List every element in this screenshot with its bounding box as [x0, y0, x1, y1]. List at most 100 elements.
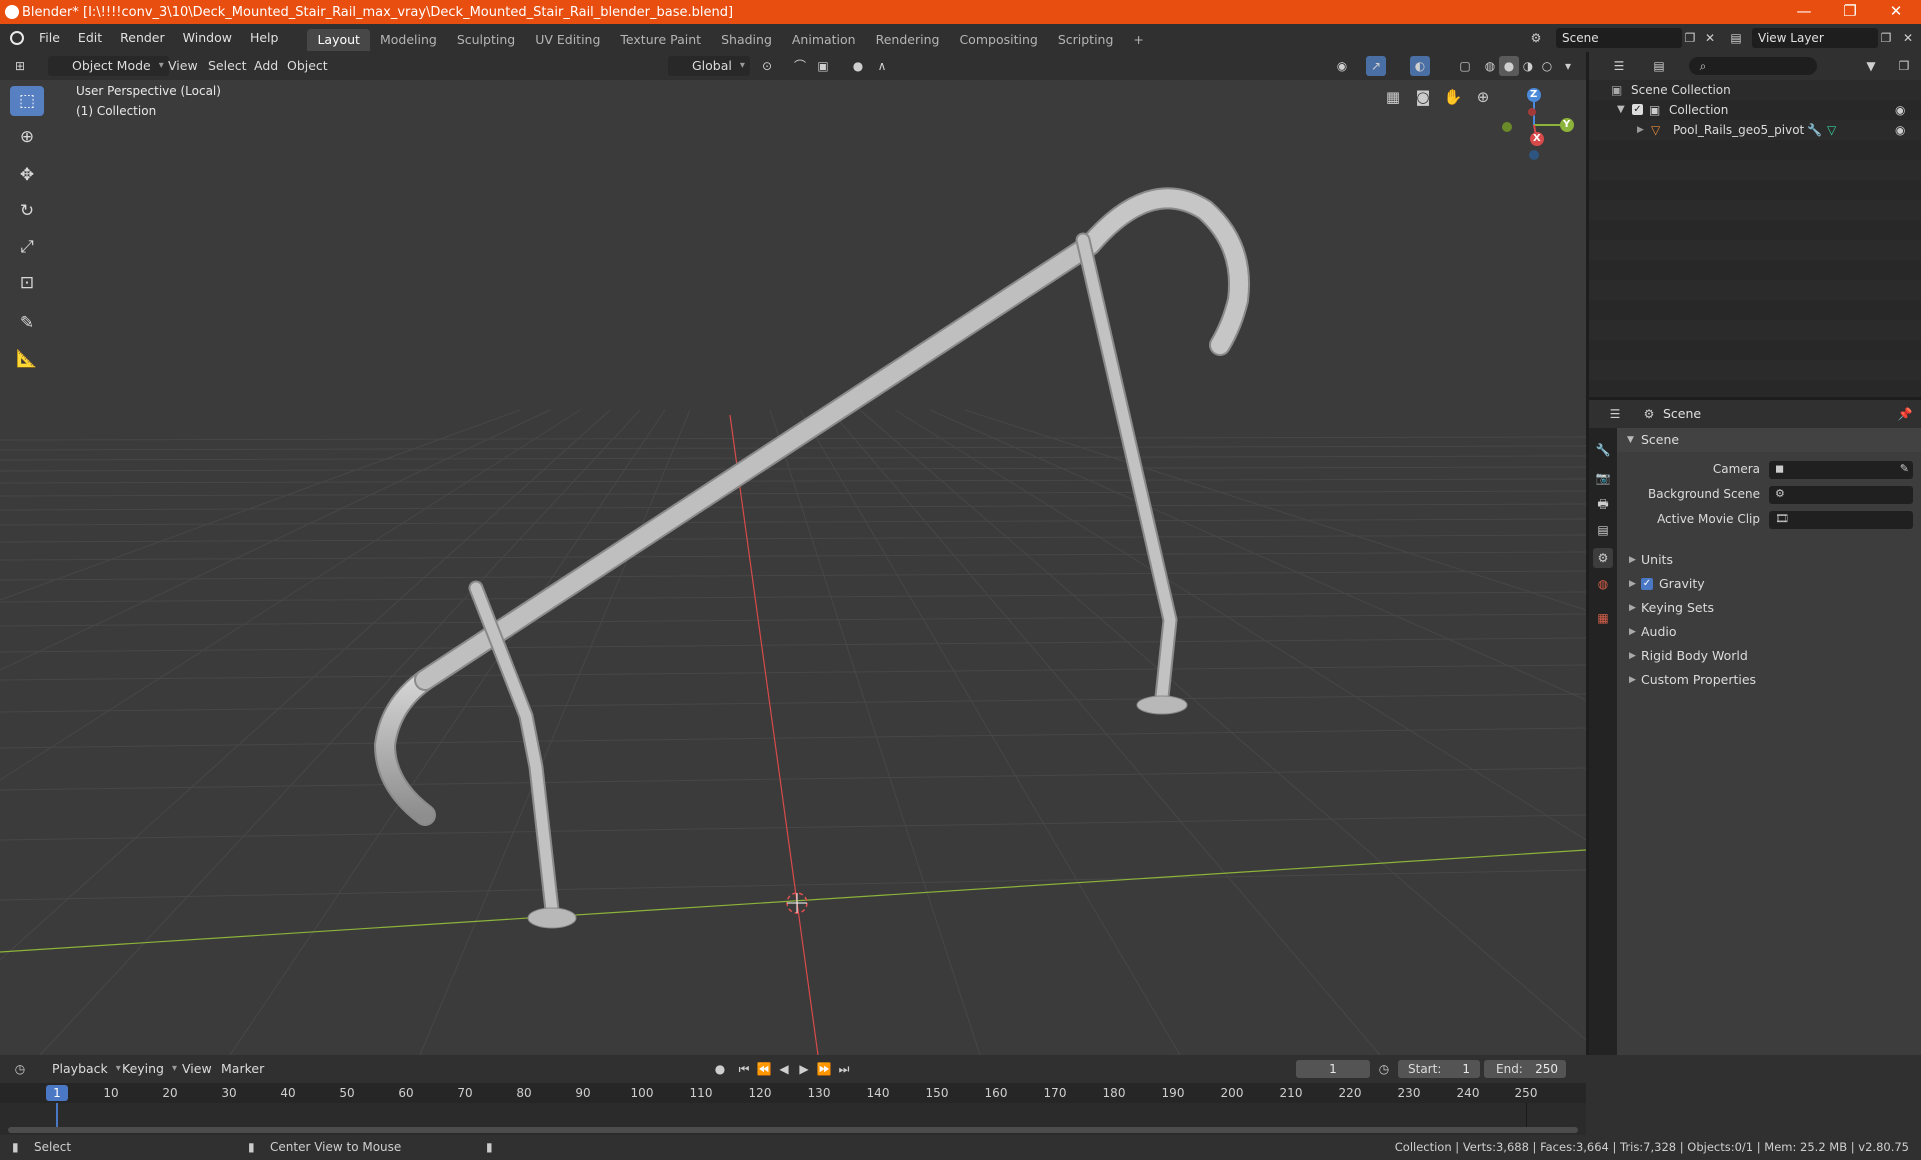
tab-compositing[interactable]: Compositing [949, 29, 1047, 51]
outliner-row-collection[interactable]: ▼ ✓ ▣ Collection ◉ [1589, 100, 1921, 120]
snap-icon[interactable]: ⌒ [790, 56, 810, 76]
scene-panel-header[interactable]: ▼ Scene [1617, 428, 1921, 452]
view-layer-field[interactable]: View Layer [1752, 28, 1878, 48]
mode-dropdown[interactable]: Object Mode [48, 56, 169, 76]
jump-end-icon[interactable]: ⏭ [834, 1059, 854, 1079]
select-box-tool-icon[interactable]: ⬚ [10, 86, 44, 116]
timeline-editor-icon[interactable]: ◷ [10, 1059, 30, 1079]
tab-animation[interactable]: Animation [782, 29, 866, 51]
transform-tool-icon[interactable]: ⊡ [10, 268, 44, 298]
rail-base-left[interactable] [527, 907, 577, 929]
menu-help[interactable]: Help [241, 24, 288, 52]
tab-modeling[interactable]: Modeling [370, 29, 447, 51]
rail-base-right[interactable] [1136, 695, 1188, 715]
pan-hand-icon[interactable]: ✋ [1442, 88, 1464, 110]
minimize-button[interactable]: — [1781, 0, 1827, 24]
shading-options-icon[interactable]: ▾ [1558, 56, 1578, 76]
outliner-row-object[interactable]: ▶ ▽ Pool_Rails_geo5_pivot 🔧 ▽ ◉ [1589, 120, 1921, 140]
blender-menu-icon[interactable] [10, 31, 24, 45]
clock-icon[interactable]: ◷ [1374, 1059, 1394, 1079]
world-tab-icon[interactable]: ◍ [1593, 574, 1613, 594]
playback-menu[interactable]: Playback [46, 1059, 126, 1079]
wireframe-shading-icon[interactable]: ◍ [1480, 56, 1500, 76]
solid-shading-icon[interactable]: ● [1499, 56, 1519, 76]
eyedropper-icon[interactable]: ✎ [1900, 462, 1909, 475]
active-movie-clip-field[interactable]: 🎞 [1769, 511, 1913, 529]
menu-object[interactable]: Object [287, 56, 328, 76]
xray-icon[interactable]: ▢ [1455, 56, 1475, 76]
start-frame-field[interactable]: Start: 1 [1398, 1060, 1480, 1078]
falloff-icon[interactable]: ∧ [872, 56, 892, 76]
tab-sculpting[interactable]: Sculpting [447, 29, 525, 51]
move-tool-icon[interactable]: ✥ [10, 160, 44, 190]
close-window-button[interactable]: ✕ [1873, 0, 1919, 24]
expand-collection-icon[interactable]: ▼ [1617, 100, 1625, 120]
scene-name-field[interactable]: Scene [1556, 28, 1682, 48]
rotate-tool-icon[interactable]: ↻ [10, 196, 44, 226]
end-frame-field[interactable]: End: 250 [1484, 1060, 1566, 1078]
cursor-tool-icon[interactable]: ⊕ [10, 122, 44, 152]
properties-editor-icon[interactable]: ☰ [1605, 404, 1625, 424]
3d-viewport[interactable]: User Perspective (Local) (1) Collection … [0, 80, 1586, 1055]
tab-uv-editing[interactable]: UV Editing [525, 29, 610, 51]
transform-orientation-dropdown[interactable]: Global [668, 56, 750, 76]
pivot-point-icon[interactable]: ⊙ [757, 56, 777, 76]
current-frame-field[interactable]: 1 [1296, 1060, 1370, 1078]
texture-tab-icon[interactable]: ▦ [1593, 608, 1613, 628]
outliner-editor-icon[interactable]: ☰ [1609, 56, 1629, 76]
visibility-icon[interactable]: ◉ [1332, 56, 1352, 76]
output-tab-icon[interactable]: 🖶 [1593, 494, 1613, 514]
scene-icon[interactable]: ⚙ [1526, 28, 1546, 48]
next-keyframe-icon[interactable]: ⏩ [814, 1059, 834, 1079]
background-scene-field[interactable]: ⚙ [1769, 486, 1913, 504]
snap-target-icon[interactable]: ▣ [813, 56, 833, 76]
delete-view-layer-icon[interactable]: ✕ [1898, 28, 1918, 48]
modifier-wrench-icon[interactable]: 🔧 [1807, 120, 1822, 140]
add-workspace-button[interactable]: + [1123, 29, 1153, 51]
mesh-data-icon[interactable]: ▽ [1827, 120, 1836, 140]
menu-render[interactable]: Render [111, 24, 174, 52]
annotate-tool-icon[interactable]: ✎ [10, 308, 44, 338]
audio-panel-header[interactable]: ▶ Audio [1617, 620, 1921, 644]
menu-select[interactable]: Select [208, 56, 247, 76]
view-layer-tab-icon[interactable]: ▤ [1593, 520, 1613, 540]
maximize-button[interactable]: ❐ [1827, 0, 1873, 24]
outliner-row-scene-collection[interactable]: ▣ Scene Collection [1589, 80, 1921, 100]
new-collection-icon[interactable]: ❐ [1894, 56, 1914, 76]
display-mode-icon[interactable]: ▤ [1649, 56, 1669, 76]
eye-icon[interactable]: ◉ [1895, 120, 1905, 140]
units-panel-header[interactable]: ▶ Units [1617, 548, 1921, 572]
play-icon[interactable]: ▶ [794, 1059, 814, 1079]
menu-add[interactable]: Add [254, 56, 278, 76]
keying-sets-panel-header[interactable]: ▶ Keying Sets [1617, 596, 1921, 620]
new-scene-icon[interactable]: ❐ [1680, 28, 1700, 48]
tool-tab-icon[interactable]: 🔧 [1593, 440, 1613, 460]
eye-icon[interactable]: ◉ [1895, 100, 1905, 120]
scale-tool-icon[interactable]: ⤢ [10, 232, 44, 262]
camera-view-icon[interactable]: ◙ [1412, 88, 1434, 110]
proportional-edit-icon[interactable]: ● [848, 56, 868, 76]
record-icon[interactable]: ● [710, 1059, 730, 1079]
collection-checkbox[interactable]: ✓ [1632, 104, 1643, 115]
toggle-grid-icon[interactable]: ▦ [1382, 88, 1404, 110]
3d-cursor-icon[interactable] [786, 892, 808, 914]
scene-tab-icon[interactable]: ⚙ [1593, 548, 1613, 568]
custom-properties-panel-header[interactable]: ▶ Custom Properties [1617, 668, 1921, 692]
tab-scripting[interactable]: Scripting [1048, 29, 1124, 51]
timeline-scrollbar[interactable] [8, 1127, 1578, 1133]
playhead-frame-badge[interactable]: 1 [46, 1085, 68, 1101]
filter-icon[interactable]: ▼ [1861, 56, 1881, 76]
marker-menu[interactable]: Marker [221, 1059, 264, 1079]
view-layer-icon[interactable]: ▤ [1726, 28, 1746, 48]
gravity-panel-header[interactable]: ▶ ✓ Gravity [1617, 572, 1921, 596]
play-reverse-icon[interactable]: ◀ [774, 1059, 794, 1079]
expand-object-icon[interactable]: ▶ [1637, 120, 1644, 140]
pin-icon[interactable]: 📌 [1895, 404, 1915, 424]
timeline-view-menu[interactable]: View [182, 1059, 212, 1079]
navigation-gizmo[interactable] [1490, 80, 1586, 170]
tab-shading[interactable]: Shading [711, 29, 782, 51]
menu-edit[interactable]: Edit [69, 24, 111, 52]
render-tab-icon[interactable]: 📷 [1593, 468, 1613, 488]
rigid-body-world-panel-header[interactable]: ▶ Rigid Body World [1617, 644, 1921, 668]
material-shading-icon[interactable]: ◑ [1518, 56, 1538, 76]
